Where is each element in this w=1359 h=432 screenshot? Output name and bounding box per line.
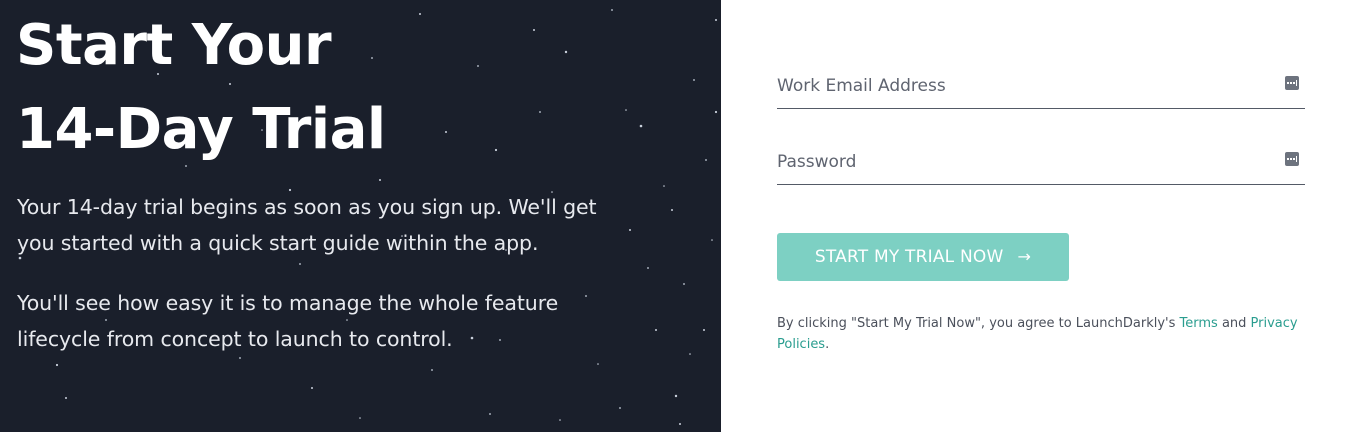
feature-description-line-2: lifecycle from concept to launch to cont… (17, 327, 453, 351)
feature-description: You'll see how easy it is to manage the … (17, 285, 657, 357)
page-title-line-2: 14-Day Trial (16, 97, 386, 162)
signup-page: Start Your 14-Day Trial Your 14-day tria… (0, 0, 1359, 432)
password-field[interactable] (777, 140, 1267, 184)
page-title: Start Your 14-Day Trial (16, 4, 386, 172)
legal-conjunction: and (1217, 316, 1251, 331)
start-trial-button[interactable]: START MY TRIAL NOW → (777, 233, 1069, 281)
hero-panel: Start Your 14-Day Trial Your 14-day tria… (0, 0, 721, 432)
password-manager-key-icon[interactable] (1285, 152, 1299, 166)
trial-description-line-2: you started with a quick start guide wit… (17, 231, 539, 255)
password-manager-key-icon[interactable] (1285, 76, 1299, 90)
trial-description-line-1: Your 14-day trial begins as soon as you … (17, 195, 597, 219)
start-trial-button-label: START MY TRIAL NOW (814, 247, 1004, 267)
legal-notice-text: By clicking "Start My Trial Now", you ag… (777, 316, 1180, 331)
email-field[interactable] (777, 64, 1267, 108)
legal-notice: By clicking "Start My Trial Now", you ag… (777, 313, 1317, 355)
arrow-right-icon: → (1017, 247, 1032, 266)
legal-suffix: . (825, 337, 830, 352)
signup-form: START MY TRIAL NOW → By clicking "Start … (721, 0, 1359, 432)
password-field-group (777, 140, 1305, 185)
trial-description: Your 14-day trial begins as soon as you … (17, 189, 657, 261)
terms-link[interactable]: Terms (1180, 316, 1218, 331)
feature-description-line-1: You'll see how easy it is to manage the … (17, 291, 559, 315)
page-title-line-1: Start Your (16, 13, 332, 78)
email-field-group (777, 64, 1305, 109)
